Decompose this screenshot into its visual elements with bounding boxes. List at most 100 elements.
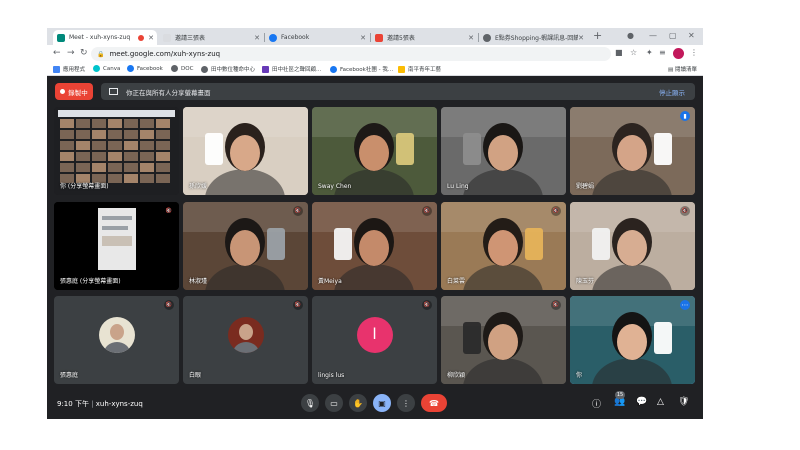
avatar [98, 316, 135, 353]
tab-label: 邀請5張表 [387, 35, 415, 42]
participant-tile[interactable]: 🔇 黃Meiya [312, 202, 437, 290]
host-controls-icon[interactable]: 🛡 [678, 397, 689, 407]
present-icon: ▣ [378, 398, 386, 408]
participant-name: lingis lus [318, 372, 345, 379]
end-call-button[interactable]: ☎ [421, 394, 447, 412]
facebook-icon [330, 65, 337, 73]
record-dot-icon [60, 89, 66, 94]
muted-mic-icon: 🔇 [422, 300, 432, 310]
presenting-banner: 你正在與所有人分享螢幕畫面 停止顯示 [101, 83, 695, 100]
meeting-details: 9:10 下午 | xuh-xyns-zuq [57, 400, 143, 408]
mic-icon: 🎙 [304, 398, 316, 408]
tab-label: 邀請三張表 [175, 35, 206, 42]
recording-indicator-icon [138, 34, 145, 41]
bookmark-apps[interactable]: 應用程式 [53, 65, 85, 73]
extensions-icon[interactable]: ✦ [646, 48, 653, 57]
participant-count-badge: 15 [615, 391, 625, 399]
more-icon: ⋮ [402, 398, 410, 408]
meet-favicon-icon [57, 33, 65, 42]
meeting-time: 9:10 下午 [57, 400, 89, 408]
participant-name: Lu Ling [447, 183, 469, 190]
participant-video: l [312, 296, 437, 384]
tab-2[interactable]: 邀請三張表 ✕ [159, 30, 263, 45]
bookmark-star-icon[interactable]: ☆ [630, 48, 637, 57]
tile-more-icon[interactable]: ⋯ [680, 300, 690, 310]
close-tab-icon[interactable]: ✕ [148, 34, 157, 42]
participant-tile[interactable]: 🔇 白眼 [183, 296, 308, 384]
recording-button[interactable]: 錄製中 [55, 83, 93, 100]
close-window-icon[interactable]: ✕ [688, 31, 695, 40]
new-tab-icon[interactable]: + [593, 29, 602, 42]
close-tab-icon[interactable]: ✕ [254, 34, 263, 42]
tab-label: Facebook [281, 34, 310, 41]
profile-avatar-icon[interactable] [673, 48, 684, 59]
bookmark-4[interactable]: 田中數位種命中心 [201, 65, 255, 73]
participant-tile[interactable]: 🔇 柳欣穎 [441, 296, 566, 384]
page-icon [398, 65, 405, 73]
address-bar[interactable]: 🔒 meet.google.com/xuh-xyns-zuq [91, 47, 611, 61]
raise-hand-button[interactable]: ✋ [349, 394, 367, 412]
reload-icon[interactable]: ↻ [80, 48, 88, 58]
participant-tile[interactable]: l 🔇 lingis lus [312, 296, 437, 384]
participant-tile[interactable]: Sway Chen [312, 107, 437, 195]
raise-hand-icon: ✋ [353, 398, 363, 408]
reading-list-icon[interactable]: ≡ [659, 48, 666, 57]
back-icon[interactable]: ← [53, 48, 61, 58]
globe-icon [201, 65, 208, 73]
bookmark-facebook[interactable]: Facebook [127, 65, 163, 72]
meeting-controls-bar: 9:10 下午 | xuh-xyns-zuq 🎙 ▭ ✋ ▣ ⋮ ☎ ⓘ 👥 1… [47, 390, 703, 419]
participant-tile[interactable]: ⋯ 你 [570, 296, 695, 384]
muted-mic-icon: 🔇 [680, 206, 690, 216]
participant-tile[interactable]: 🔇 林淑瑾 [183, 202, 308, 290]
close-tab-icon[interactable]: ✕ [578, 34, 587, 42]
tab-meet[interactable]: Meet - xuh-xyns-zuq ✕ [53, 30, 157, 45]
globe-icon [171, 65, 178, 72]
bookmark-doc[interactable]: DOC [171, 65, 193, 72]
bookmark-5[interactable]: 田中社區之聲回顧... [262, 65, 321, 73]
info-icon[interactable]: ⓘ [592, 397, 601, 410]
close-tab-icon[interactable]: ✕ [360, 34, 369, 42]
minimize-icon[interactable]: — [649, 31, 657, 40]
muted-mic-icon: 🔇 [164, 206, 174, 216]
participant-tile[interactable]: Lu Ling [441, 107, 566, 195]
tab-4[interactable]: 邀請5張表 ✕ [371, 30, 477, 45]
browser-toolbar: ← → ↻ 🔒 meet.google.com/xuh-xyns-zuq ■ ☆… [47, 45, 703, 63]
participant-tile[interactable]: 🔇 張惠庭 [54, 296, 179, 384]
muted-mic-icon: 🔇 [551, 206, 561, 216]
participant-video [312, 107, 437, 195]
camera-button[interactable]: ▭ [325, 394, 343, 412]
participant-video [183, 296, 308, 384]
close-tab-icon[interactable]: ✕ [468, 34, 477, 42]
participant-tile[interactable]: 🔇 陳玉芬 [570, 202, 695, 290]
participant-tile[interactable]: 🔇 張惠庭 (分享螢幕畫面) [54, 202, 179, 290]
bookmark-canva[interactable]: Canva [93, 65, 120, 72]
menu-kebab-icon[interactable]: ⋮ [690, 48, 698, 57]
participant-tile[interactable]: 孫欣媛 [183, 107, 308, 195]
reading-list[interactable]: ▤ 閱讀清單 [668, 65, 697, 73]
tab-search-icon[interactable]: ● [627, 31, 634, 40]
tab-label: Meet - xuh-xyns-zuq [69, 34, 131, 41]
present-button[interactable]: ▣ [373, 394, 391, 412]
participant-tile[interactable]: ▮ 劉碧娟 [570, 107, 695, 195]
bookmarks-bar: 應用程式 Canva Facebook DOC 田中數位種命中心 田中社區之聲回… [47, 63, 703, 76]
bookmark-6[interactable]: Facebook社團 - 我... [330, 65, 393, 73]
tab-facebook[interactable]: Facebook ✕ [265, 30, 369, 45]
participant-tile[interactable]: 🔇 白菜雲 [441, 202, 566, 290]
page-favicon-icon [375, 33, 383, 42]
speaking-indicator-icon: ▮ [680, 111, 690, 121]
activities-icon[interactable]: △ [657, 397, 664, 407]
participant-tile[interactable]: 你 (分享螢幕畫面) [54, 107, 179, 195]
tab-5[interactable]: E點券Shopping-蝦課訊息-回饋 ✕ [479, 30, 587, 45]
bookmark-7[interactable]: 南平青年工藝 [398, 65, 441, 73]
maximize-icon[interactable]: ▢ [669, 31, 677, 40]
cast-icon[interactable]: ■ [615, 48, 623, 57]
participant-video [441, 107, 566, 195]
muted-mic-icon: 🔇 [422, 206, 432, 216]
mic-button[interactable]: 🎙 [301, 394, 319, 412]
chat-icon[interactable]: 💬 [636, 397, 647, 407]
participant-name: 陳玉芬 [576, 278, 595, 285]
more-options-button[interactable]: ⋮ [397, 394, 415, 412]
forward-icon[interactable]: → [67, 48, 75, 58]
stop-presenting-button[interactable]: 停止顯示 [659, 87, 685, 97]
page-favicon-icon [163, 33, 171, 42]
